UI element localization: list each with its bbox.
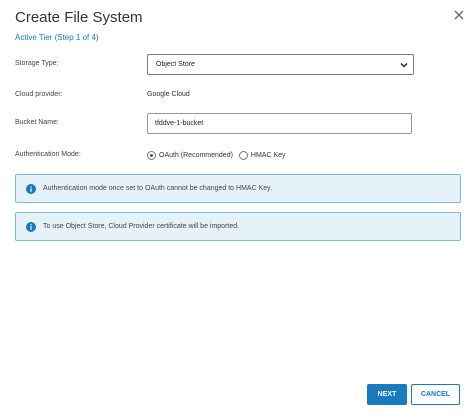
hmac-key-radio[interactable] bbox=[238, 150, 248, 160]
auth-mode-radio-group: OAuth (Recommended) HMAC Key bbox=[147, 149, 292, 161]
create-file-system-dialog: Create File System Active Tier (Step 1 o… bbox=[0, 0, 474, 420]
storage-type-label: Storage Type: bbox=[15, 60, 59, 67]
info-icon bbox=[26, 222, 36, 232]
bucket-name-label: Bucket Name: bbox=[15, 119, 59, 126]
info-icon bbox=[26, 184, 36, 194]
close-icon[interactable] bbox=[452, 8, 466, 22]
hmac-key-radio-label[interactable]: HMAC Key bbox=[251, 152, 286, 159]
storage-type-value: Object Store bbox=[156, 61, 195, 68]
chevron-down-icon bbox=[400, 63, 408, 68]
step-subtitle: Active Tier (Step 1 of 4) bbox=[15, 33, 99, 42]
storage-type-select[interactable]: Object Store bbox=[147, 54, 414, 75]
oauth-radio[interactable] bbox=[147, 150, 156, 160]
next-button[interactable]: NEXT bbox=[367, 384, 407, 405]
cloud-provider-value: Google Cloud bbox=[147, 91, 190, 98]
cancel-button[interactable]: CANCEL bbox=[411, 384, 460, 405]
dialog-title: Create File System bbox=[15, 9, 143, 26]
bucket-name-value: tfddve-1-bucket bbox=[155, 120, 204, 127]
info-notice-certificate: To use Object Store, Cloud Provider cert… bbox=[15, 212, 461, 241]
cloud-provider-label: Cloud provider: bbox=[15, 91, 63, 98]
info-notice-oauth: Authentication mode once set to OAuth ca… bbox=[15, 174, 461, 203]
auth-mode-label: Authentication Mode: bbox=[15, 151, 81, 158]
info-notice-text: Authentication mode once set to OAuth ca… bbox=[43, 185, 273, 192]
bucket-name-input[interactable]: tfddve-1-bucket bbox=[147, 113, 412, 134]
info-notice-text: To use Object Store, Cloud Provider cert… bbox=[43, 223, 240, 230]
oauth-radio-label[interactable]: OAuth (Recommended) bbox=[159, 152, 233, 159]
